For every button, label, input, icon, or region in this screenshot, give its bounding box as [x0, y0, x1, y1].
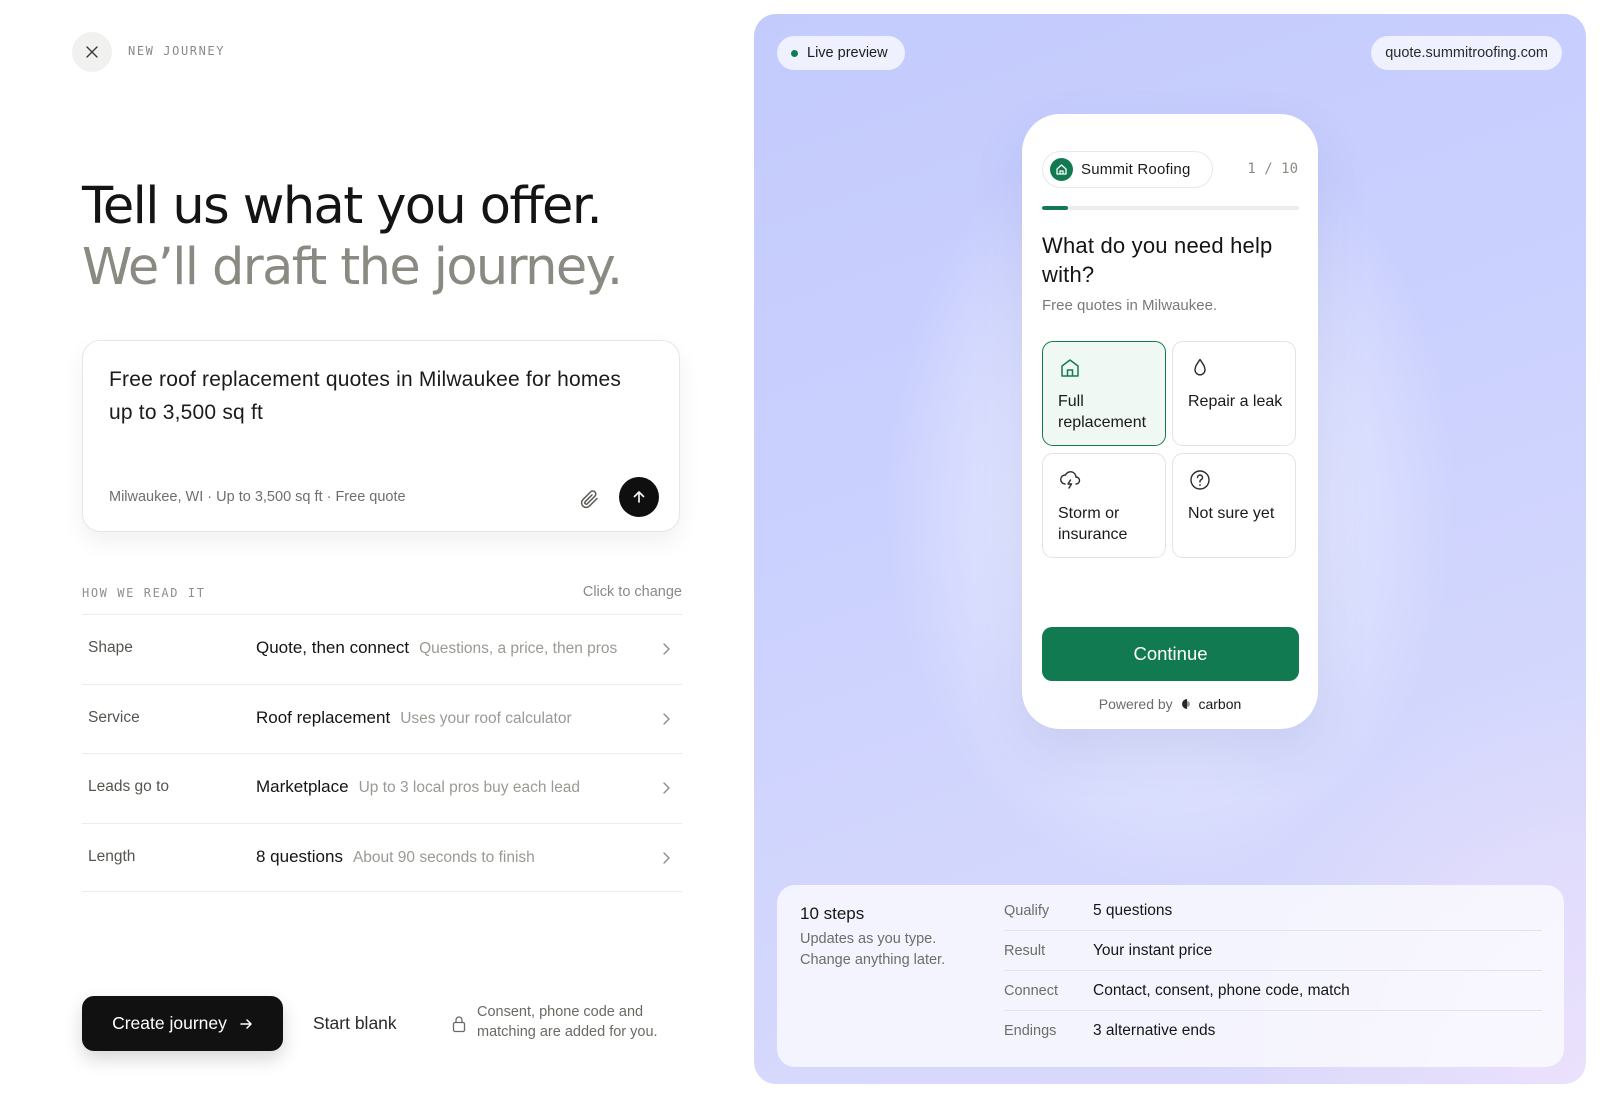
- headline-muted: We’ll draft the journey.: [82, 238, 623, 297]
- consent-note: Consent, phone code and matching are add…: [477, 1004, 658, 1040]
- option-label: Repair a leak: [1188, 393, 1283, 410]
- live-preview-badge: Live preview: [777, 36, 905, 70]
- reading-label: HOW WE READ IT: [82, 586, 206, 600]
- droplet-icon: [1194, 358, 1206, 376]
- breadcrumb: NEW JOURNEY: [128, 44, 226, 58]
- question-title: What do you need help with?: [1042, 233, 1273, 287]
- preview-panel: Live preview quote.summitroofing.com Sum…: [754, 14, 1586, 1084]
- summary-value: Your instant price: [1093, 942, 1213, 959]
- arrow-right-icon: [240, 1018, 252, 1029]
- row-key: Length: [88, 847, 136, 865]
- powered-by: Powered by carbon: [1022, 696, 1318, 712]
- option-storm-insurance[interactable]: Storm or insurance: [1042, 453, 1166, 558]
- powered-by-label: Powered by: [1098, 696, 1173, 712]
- row-value: Marketplace Up to 3 local pros buy each l…: [256, 777, 580, 797]
- row-value-text: 8 questions: [256, 846, 343, 866]
- live-preview-label: Live preview: [807, 45, 888, 61]
- progress-fill: [1042, 206, 1068, 210]
- row-detail: Up to 3 local pros buy each lead: [358, 779, 581, 796]
- prompt-card[interactable]: Free roof replacement quotes in Milwauke…: [82, 340, 680, 532]
- lock-icon: [452, 1016, 466, 1033]
- click-to-change-link[interactable]: Click to change: [583, 584, 682, 600]
- summary-subtitle: Updates as you type. Change anything lat…: [800, 931, 946, 968]
- preview-url[interactable]: quote.summitroofing.com: [1371, 36, 1562, 70]
- reading-row-leads[interactable]: Leads go to Marketplace Up to 3 local pro…: [82, 753, 682, 823]
- row-value: Quote, then connect Questions, a price, t…: [256, 638, 617, 658]
- option-label: Not sure yet: [1188, 505, 1275, 522]
- reading-list: Shape Quote, then connect Questions, a pr…: [82, 614, 682, 892]
- summary-row: Result Your instant price: [1004, 931, 1542, 971]
- summary-row: Qualify 5 questions: [1004, 891, 1542, 931]
- reading-row-shape[interactable]: Shape Quote, then connect Questions, a pr…: [82, 614, 682, 684]
- row-value: 8 questions About 90 seconds to finish: [256, 847, 535, 867]
- storm-cloud-icon: [1060, 471, 1081, 489]
- summary-row: Endings 3 alternative ends: [1004, 1011, 1542, 1051]
- row-value-text: Marketplace: [256, 777, 349, 796]
- row-value: Roof replacement Uses your roof calculato…: [256, 708, 572, 728]
- carbon-logo-icon: [1181, 699, 1190, 709]
- phone-mockup: Summit Roofing 1 / 10 What do you need h…: [1022, 114, 1318, 729]
- summary-table: Qualify 5 questions Result Your instant …: [1004, 891, 1542, 1051]
- powered-by-brand: carbon: [1198, 696, 1242, 712]
- summary-key: Connect: [1004, 983, 1059, 999]
- row-key: Shape: [88, 639, 133, 656]
- close-button[interactable]: [72, 32, 112, 72]
- row-detail: About 90 seconds to finish: [352, 848, 535, 866]
- option-not-sure[interactable]: Not sure yet: [1172, 453, 1296, 558]
- summary-key: Qualify: [1004, 903, 1050, 919]
- brand-name: Summit Roofing: [1081, 161, 1191, 178]
- reading-row-length[interactable]: Length 8 questions About 90 seconds to fi…: [82, 822, 682, 892]
- summary-value: 3 alternative ends: [1093, 1022, 1216, 1039]
- summary-value: 5 questions: [1093, 902, 1173, 919]
- attach-button[interactable]: [577, 487, 601, 511]
- option-label: Storm or insurance: [1058, 505, 1128, 543]
- summary-row: Connect Contact, consent, phone code, ma…: [1004, 971, 1542, 1011]
- brand-logo-icon: [1050, 158, 1073, 181]
- prompt-input[interactable]: Free roof replacement quotes in Milwauke…: [109, 363, 629, 429]
- step-counter: 1 / 10: [1247, 161, 1298, 177]
- page-title: Tell us what you offer. We’ll draft the …: [82, 176, 692, 298]
- summary-value: Contact, consent, phone code, match: [1093, 982, 1350, 999]
- start-blank-button[interactable]: Start blank: [313, 1013, 397, 1034]
- prompt-meta: Milwaukee, WI · Up to 3,500 sq ft · Free…: [109, 489, 406, 505]
- question-circle-icon: [1190, 470, 1210, 490]
- house-icon: [1061, 359, 1079, 377]
- row-value-text: Quote, then connect: [256, 638, 410, 657]
- option-full-replacement[interactable]: Full replacement: [1042, 341, 1166, 446]
- chevron-right-icon: [663, 851, 670, 864]
- summary-key: Endings: [1004, 1023, 1057, 1039]
- paperclip-icon: [580, 490, 598, 509]
- progress-bar: [1042, 206, 1299, 210]
- continue-button[interactable]: Continue: [1042, 627, 1299, 681]
- create-journey-button[interactable]: Create journey: [82, 996, 283, 1051]
- row-detail: Questions, a price, then pros: [419, 640, 618, 657]
- app-frame: NEW JOURNEY Tell us what you offer. We’l…: [0, 0, 1600, 1097]
- close-icon: [86, 46, 98, 58]
- summary-title: 10 steps: [800, 904, 865, 923]
- row-key: Leads go to: [88, 778, 170, 795]
- option-label: Full replacement: [1058, 393, 1147, 431]
- chevron-right-icon: [663, 712, 670, 725]
- reading-row-service[interactable]: Service Roof replacement Uses your roof c…: [82, 683, 682, 754]
- option-repair-leak[interactable]: Repair a leak: [1172, 341, 1296, 446]
- live-dot-icon: [791, 49, 798, 57]
- row-detail: Uses your roof calculator: [400, 709, 572, 727]
- arrow-up-icon: [633, 491, 645, 503]
- chevron-right-icon: [663, 643, 670, 655]
- brand-badge: Summit Roofing: [1042, 151, 1213, 188]
- chevron-right-icon: [663, 782, 670, 794]
- row-value-text: Roof replacement: [256, 707, 391, 727]
- create-journey-label: Create journey: [112, 1013, 227, 1033]
- send-button[interactable]: [619, 477, 659, 517]
- summary-key: Result: [1004, 943, 1046, 959]
- row-key: Service: [88, 708, 140, 726]
- reading-header: HOW WE READ IT Click to change: [82, 584, 682, 606]
- journey-summary: 10 steps Updates as you type. Change any…: [777, 885, 1564, 1067]
- question-subtitle: Free quotes in Milwaukee.: [1042, 297, 1218, 314]
- headline-main: Tell us what you offer.: [82, 177, 603, 236]
